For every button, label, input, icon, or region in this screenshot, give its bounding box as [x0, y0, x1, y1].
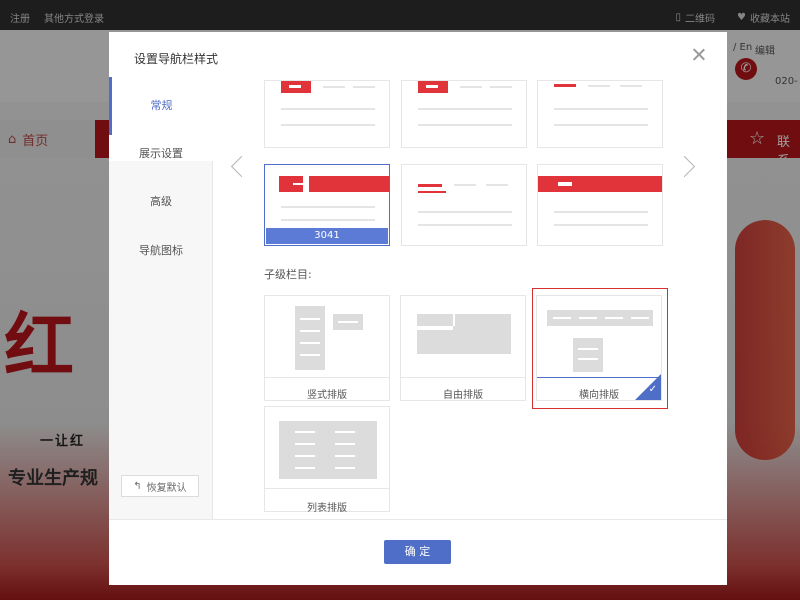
nav-style-dialog: 设置导航栏样式 常规 展示设置 高级 导航图标 ↰ 恢复默认 3041 子级栏目… [109, 32, 727, 585]
style-card-selected[interactable]: 3041 [264, 164, 390, 246]
close-icon[interactable] [691, 47, 707, 63]
dialog-title: 设置导航栏样式 [134, 52, 219, 66]
style-card[interactable] [264, 80, 390, 148]
selected-highlight-frame [532, 288, 668, 409]
footer-divider [109, 519, 727, 520]
prev-arrow-icon[interactable] [228, 154, 244, 180]
sub-style-label: 自由排版 [443, 390, 483, 401]
reset-icon: ↰ [133, 480, 142, 492]
dialog-sidebar: 常规 展示设置 高级 导航图标 ↰ 恢复默认 [109, 77, 214, 519]
sub-style-list[interactable]: 列表排版 [264, 406, 390, 514]
sidebar-item-advanced[interactable]: 高级 [109, 187, 213, 217]
sub-style-free[interactable]: 自由排版 [400, 295, 526, 401]
sidebar-item-display[interactable]: 展示设置 [109, 139, 213, 169]
reset-default-button[interactable]: ↰ 恢复默认 [121, 475, 199, 497]
reset-label: 恢复默认 [146, 482, 187, 494]
confirm-button[interactable]: 确 定 [384, 540, 451, 564]
style-card[interactable] [401, 80, 527, 148]
next-arrow-icon[interactable] [681, 154, 697, 180]
sidebar-item-nav-icon[interactable]: 导航图标 [109, 236, 213, 266]
style-card[interactable] [537, 80, 663, 148]
sub-section-label: 子级栏目: [264, 268, 312, 281]
style-id-label: 3041 [266, 228, 388, 244]
sub-style-label: 列表排版 [307, 503, 347, 514]
sidebar-item-general[interactable]: 常规 [109, 77, 214, 135]
style-card[interactable] [537, 164, 663, 246]
style-card[interactable] [401, 164, 527, 246]
sub-style-label: 竖式排版 [307, 390, 347, 401]
sub-style-vertical[interactable]: 竖式排版 [264, 295, 390, 401]
